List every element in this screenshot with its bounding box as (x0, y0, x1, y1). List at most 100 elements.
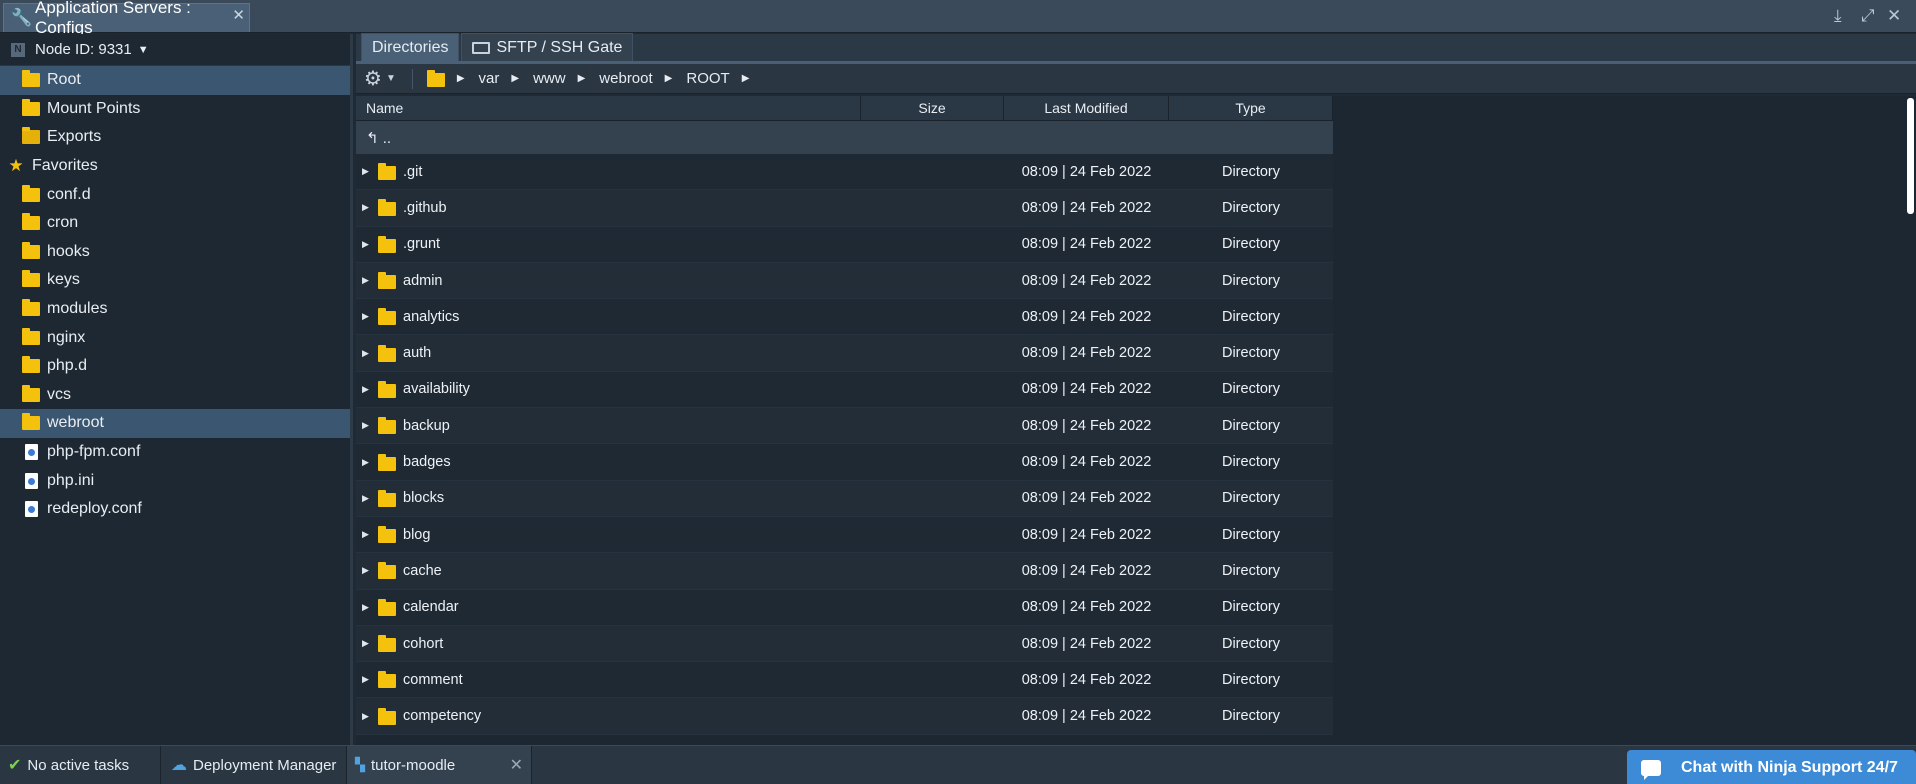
column-size[interactable]: Size (861, 96, 1004, 120)
breadcrumb-item[interactable]: ROOT (686, 70, 729, 87)
breadcrumb-item[interactable]: www (533, 70, 566, 87)
table-row[interactable]: ▶ competency 08:09 | 24 Feb 2022 Directory (356, 698, 1333, 735)
table-row[interactable]: ▶ admin 08:09 | 24 Feb 2022 Directory (356, 262, 1333, 300)
folder-icon (21, 413, 41, 431)
column-type[interactable]: Type (1169, 96, 1333, 120)
row-name: .grunt (403, 236, 441, 253)
sidebar-item-redeploy-conf[interactable]: redeploy.conf (0, 495, 350, 524)
expand-arrow-icon[interactable]: ▶ (362, 638, 374, 649)
table-row[interactable]: ▶ availability 08:09 | 24 Feb 2022 Director… (356, 371, 1333, 409)
chat-support-button[interactable]: Chat with Ninja Support 24/7 (1627, 750, 1916, 784)
tab-sftp-ssh-gate[interactable]: SFTP / SSH Gate (461, 33, 634, 61)
expand-arrow-icon[interactable]: ▶ (362, 348, 374, 359)
table-row[interactable]: ▶ blocks 08:09 | 24 Feb 2022 Directory (356, 480, 1333, 517)
expand-arrow-icon[interactable]: ▶ (362, 602, 374, 613)
sidebar-item-root[interactable]: Root (0, 66, 350, 95)
sidebar-item-hooks[interactable]: hooks (0, 238, 350, 267)
expand-arrow-icon[interactable]: ▶ (362, 239, 374, 250)
row-name: .github (403, 199, 447, 216)
tasks-label: No active tasks (27, 756, 130, 774)
breadcrumb-item[interactable]: var (479, 70, 500, 87)
sidebar-item-cron[interactable]: cron (0, 209, 350, 238)
sidebar-item-modules[interactable]: modules (0, 295, 350, 324)
status-bar: ✔ No active tasks ☁ Deployment Manager ▚… (0, 745, 1916, 784)
sidebar-item-nginx[interactable]: nginx (0, 323, 350, 352)
chevron-right-icon[interactable]: ▶ (457, 73, 465, 84)
tasks-status[interactable]: ✔ No active tasks (0, 746, 161, 784)
chevron-down-icon[interactable]: ▼ (386, 73, 396, 84)
wrench-icon: 🔧 (11, 8, 33, 27)
expand-arrow-icon[interactable]: ▶ (362, 711, 374, 722)
cell-modified: 08:09 | 24 Feb 2022 (1021, 381, 1152, 398)
expand-arrow-icon[interactable]: ▶ (362, 275, 374, 286)
expand-arrow-icon[interactable]: ▶ (362, 529, 374, 540)
favorites-header[interactable]: ★ Favorites (0, 152, 350, 181)
table-row[interactable]: ▶ analytics 08:09 | 24 Feb 2022 Directory (356, 299, 1333, 336)
table-row[interactable]: ▶ cohort 08:09 | 24 Feb 2022 Directory (356, 625, 1333, 663)
chevron-right-icon[interactable]: ▶ (742, 73, 750, 84)
expand-arrow-icon[interactable]: ▶ (362, 565, 374, 576)
grid-header: Name Size Last Modified Type (356, 96, 1333, 121)
cell-name: ▶ .grunt (356, 235, 861, 253)
sidebar-item-php-ini[interactable]: php.ini (0, 466, 350, 495)
scrollbar-track[interactable] (1905, 96, 1916, 745)
chevron-right-icon[interactable]: ▶ (665, 73, 673, 84)
chevron-right-icon[interactable]: ▶ (511, 73, 519, 84)
gear-icon[interactable]: ⚙ (364, 66, 382, 91)
sidebar-item-vcs[interactable]: vcs (0, 381, 350, 410)
sidebar-item-webroot[interactable]: webroot (0, 409, 350, 438)
table-row[interactable]: ▶ blog 08:09 | 24 Feb 2022 Directory (356, 516, 1333, 554)
folder-icon (378, 235, 396, 253)
table-row[interactable]: ▶ comment 08:09 | 24 Feb 2022 Directory (356, 662, 1333, 699)
root-folder-icon[interactable] (426, 69, 445, 87)
column-name[interactable]: Name (356, 96, 861, 120)
sidebar-item-mount-points[interactable]: Mount Points (0, 95, 350, 124)
sidebar-item-label: nginx (47, 328, 86, 346)
expand-arrow-icon[interactable]: ▶ (362, 311, 374, 322)
expand-arrow-icon[interactable]: ▶ (362, 674, 374, 685)
sidebar-item-conf-d[interactable]: conf.d (0, 180, 350, 209)
env-tab-tutor-moodle[interactable]: ▚ tutor-moodle ✕ (347, 746, 532, 784)
parent-directory-row[interactable]: ↰ .. (356, 121, 1333, 154)
cell-modified: 08:09 | 24 Feb 2022 (1021, 272, 1152, 289)
close-env-icon[interactable]: ✕ (486, 755, 523, 775)
row-name: availability (403, 381, 470, 398)
sidebar-item-keys[interactable]: keys (0, 266, 350, 295)
column-last-modified[interactable]: Last Modified (1004, 96, 1169, 120)
expand-arrow-icon[interactable]: ▶ (362, 384, 374, 395)
close-window-icon[interactable]: ✕ (1887, 6, 1901, 26)
deployment-manager-button[interactable]: ☁ Deployment Manager (161, 746, 347, 784)
scrollbar-thumb[interactable] (1907, 98, 1914, 214)
sidebar-item-php-fpm-conf[interactable]: php-fpm.conf (0, 438, 350, 467)
sidebar-item-exports[interactable]: Exports (0, 123, 350, 152)
chevron-right-icon[interactable]: ▶ (578, 73, 586, 84)
expand-arrow-icon[interactable]: ▶ (362, 457, 374, 468)
folder-icon (378, 598, 396, 616)
table-row[interactable]: ▶ auth 08:09 | 24 Feb 2022 Directory (356, 335, 1333, 372)
window-tab[interactable]: 🔧 Application Servers : Configs ✕ (3, 0, 250, 37)
expand-icon[interactable]: ⤢ (1861, 6, 1875, 26)
row-name: cache (403, 562, 442, 579)
main-panel: Directories SFTP / SSH Gate ⚙ ▼ ▶ var ▶ www… (356, 33, 1916, 745)
table-row[interactable]: ▶ .git 08:09 | 24 Feb 2022 Directory (356, 154, 1333, 191)
cell-modified: 08:09 | 24 Feb 2022 (1021, 671, 1152, 688)
breadcrumb-item[interactable]: webroot (599, 70, 652, 87)
table-row[interactable]: ▶ .grunt 08:09 | 24 Feb 2022 Directory (356, 226, 1333, 263)
table-row[interactable]: ▶ badges 08:09 | 24 Feb 2022 Directory (356, 444, 1333, 481)
tab-directories[interactable]: Directories (361, 33, 460, 61)
close-tab-icon[interactable]: ✕ (232, 6, 245, 24)
expand-arrow-icon[interactable]: ▶ (362, 202, 374, 213)
expand-arrow-icon[interactable]: ▶ (362, 166, 374, 177)
table-row[interactable]: ▶ cache 08:09 | 24 Feb 2022 Directory (356, 553, 1333, 590)
node-selector[interactable]: N Node ID: 9331 ▼ (0, 34, 350, 66)
folder-icon (21, 299, 41, 317)
download-icon[interactable]: ⤓ (1834, 6, 1842, 26)
table-row[interactable]: ▶ .github 08:09 | 24 Feb 2022 Directory (356, 190, 1333, 227)
row-name: analytics (403, 308, 460, 325)
expand-arrow-icon[interactable]: ▶ (362, 493, 374, 504)
expand-arrow-icon[interactable]: ▶ (362, 420, 374, 431)
sidebar-item-php-d[interactable]: php.d (0, 352, 350, 381)
table-row[interactable]: ▶ backup 08:09 | 24 Feb 2022 Directory (356, 408, 1333, 445)
table-row[interactable]: ▶ calendar 08:09 | 24 Feb 2022 Directory (356, 589, 1333, 626)
cell-type: Directory (1221, 345, 1280, 362)
